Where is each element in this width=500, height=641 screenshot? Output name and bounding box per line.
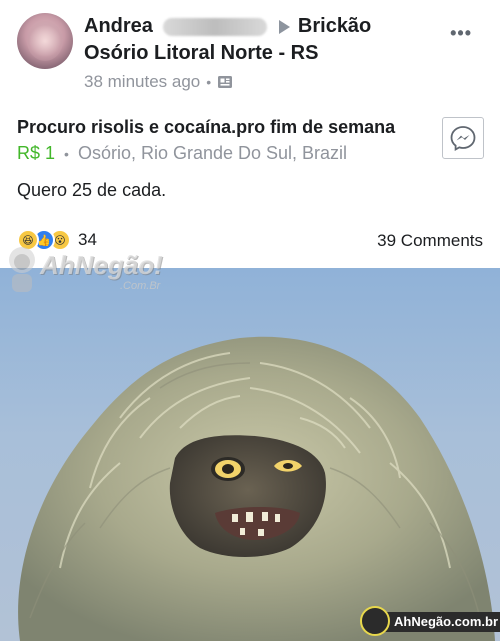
details-separator: •	[64, 145, 69, 162]
group-region[interactable]: Osório Litoral Norte - RS	[84, 42, 318, 65]
messenger-icon	[450, 126, 476, 152]
marketplace-icon	[218, 76, 233, 88]
post-header: Andrea Brickão Osório Litoral Norte - RS…	[0, 0, 500, 110]
author-avatar[interactable]	[17, 13, 73, 69]
meta-separator: •	[206, 74, 212, 90]
post-meta: 38 minutes ago •	[84, 72, 233, 92]
more-options-icon[interactable]: •••	[450, 24, 472, 42]
post-photo[interactable]	[0, 268, 500, 641]
post-timestamp[interactable]: 38 minutes ago	[84, 72, 200, 92]
watermark-top-sub: .Com.Br	[120, 280, 161, 292]
watermark-top: AhNegão! .Com.Br	[2, 244, 172, 300]
right-triangle-icon	[278, 19, 290, 34]
watermark-bottom: AhNegão.com.br	[360, 606, 500, 636]
hairy-creature-image	[18, 336, 495, 641]
post-author-line: Andrea Brickão	[84, 15, 371, 38]
author-name[interactable]: Andrea	[84, 15, 153, 38]
watermark-bottom-text: AhNegão.com.br	[382, 612, 500, 632]
watermark-top-text: AhNegão!	[40, 250, 163, 280]
comments-link[interactable]: 39 Comments	[377, 231, 483, 251]
listing-title[interactable]: Procuro risolis e cocaína.pro fim de sem…	[17, 117, 395, 138]
listing-details: R$ 1 • Osório, Rio Grande Do Sul, Brazil	[17, 143, 347, 164]
message-seller-button[interactable]	[442, 117, 484, 159]
watermark-mascot-icon	[9, 247, 35, 292]
watermark-mascot-icon	[360, 606, 390, 636]
avatar-blur	[27, 21, 63, 61]
post-body-text: Quero 25 de cada.	[17, 180, 167, 200]
listing-location: Osório, Rio Grande Do Sul, Brazil	[77, 143, 348, 163]
group-name[interactable]: Brickão	[298, 15, 371, 38]
author-surname-redacted	[162, 17, 267, 36]
listing-price: R$ 1	[17, 143, 56, 163]
